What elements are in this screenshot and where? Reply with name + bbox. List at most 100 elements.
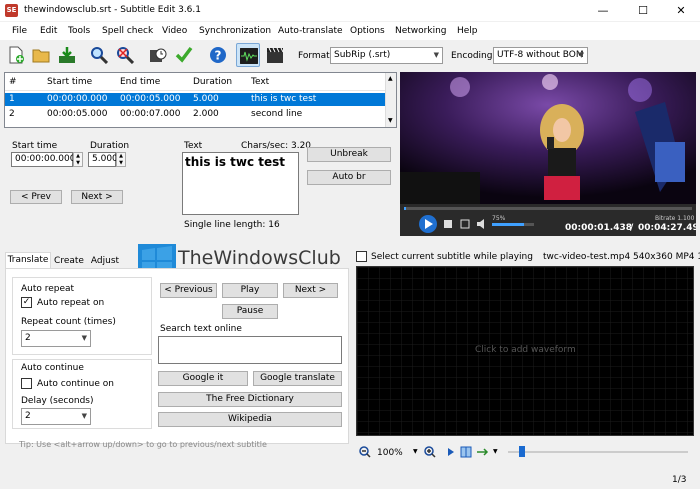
delay-dropdown[interactable]: 2 ▼ bbox=[21, 408, 91, 425]
menu-video[interactable]: Video bbox=[162, 26, 187, 36]
menu-options[interactable]: Options bbox=[350, 26, 385, 36]
zoom-out-icon[interactable] bbox=[359, 446, 371, 458]
new-file-button[interactable] bbox=[4, 43, 28, 67]
subtitle-text-area[interactable]: this is twc test bbox=[182, 152, 299, 215]
column-header-text[interactable]: Text bbox=[251, 76, 269, 89]
play-waveform-icon[interactable] bbox=[447, 447, 455, 457]
chevron-down-icon: ▼ bbox=[433, 51, 439, 59]
google-it-button[interactable]: Google it bbox=[158, 371, 248, 386]
volume-slider[interactable] bbox=[492, 223, 534, 226]
play-icon[interactable] bbox=[418, 214, 438, 234]
menu-synchronization[interactable]: Synchronization bbox=[199, 26, 271, 36]
open-file-button[interactable] bbox=[29, 43, 53, 67]
spell-check-button[interactable] bbox=[172, 43, 196, 67]
search-online-input[interactable] bbox=[158, 336, 342, 364]
menu-help[interactable]: Help bbox=[457, 26, 478, 36]
column-header-start-time[interactable]: Start time bbox=[47, 76, 92, 89]
search-icon bbox=[91, 47, 108, 64]
table-row[interactable]: 2 00:00:05.000 00:00:07.000 2.000 second… bbox=[5, 108, 387, 121]
video-position-slider[interactable] bbox=[404, 207, 692, 210]
mute-icon[interactable] bbox=[476, 219, 488, 229]
select-current-subtitle-checkbox[interactable] bbox=[356, 251, 367, 262]
zoom-in-icon[interactable] bbox=[424, 446, 436, 458]
search-replace-icon bbox=[117, 47, 134, 64]
replace-button[interactable] bbox=[113, 43, 137, 67]
start-time-spinner[interactable]: ▲ ▼ bbox=[73, 152, 83, 167]
start-time-label: Start time bbox=[12, 141, 58, 151]
next-subtitle-button[interactable]: Next > bbox=[283, 283, 338, 298]
toggle-video-button[interactable] bbox=[263, 43, 287, 67]
auto-repeat-checkbox[interactable]: ✓ bbox=[21, 297, 32, 308]
player-controls: 75% Bitrate 1.100 00:00:01.438 / 00:04:2… bbox=[400, 204, 696, 236]
free-dictionary-button[interactable]: The Free Dictionary bbox=[158, 392, 342, 407]
stop-icon[interactable] bbox=[444, 220, 453, 229]
format-dropdown[interactable]: SubRip (.srt) ▼ bbox=[330, 47, 443, 64]
logo-text: TheWindowsClub bbox=[178, 247, 341, 269]
subtitle-position: 1/3 bbox=[672, 475, 687, 485]
minimize-button[interactable]: — bbox=[584, 0, 622, 22]
video-clapper-icon bbox=[267, 47, 284, 63]
subtitle-grid[interactable]: # Start time End time Duration Text 1 00… bbox=[4, 72, 397, 128]
menu-auto-translate[interactable]: Auto-translate bbox=[278, 26, 343, 36]
previous-button[interactable]: < Previous bbox=[160, 283, 217, 298]
auto-continue-checkbox[interactable] bbox=[21, 378, 32, 389]
row-text: this is twc test bbox=[251, 94, 317, 104]
download-save-icon bbox=[59, 47, 75, 63]
menu-networking[interactable]: Networking bbox=[395, 26, 447, 36]
next-button[interactable]: Next > bbox=[71, 190, 123, 204]
start-time-input[interactable]: 00:00:00.000 bbox=[11, 152, 75, 167]
menu-file[interactable]: File bbox=[12, 26, 27, 36]
select-current-subtitle-label: Select current subtitle while playing bbox=[371, 252, 533, 262]
table-row-partial[interactable] bbox=[5, 122, 387, 127]
wikipedia-button[interactable]: Wikipedia bbox=[158, 412, 342, 427]
save-file-button[interactable] bbox=[55, 43, 79, 67]
folder-icon bbox=[32, 49, 50, 63]
scroll-up-icon[interactable]: ▲ bbox=[388, 75, 393, 82]
repeat-count-dropdown[interactable]: 2 ▼ bbox=[21, 330, 91, 347]
pause-button[interactable]: Pause bbox=[222, 304, 278, 319]
table-row[interactable]: 1 00:00:00.000 00:00:05.000 5.000 this i… bbox=[5, 93, 387, 106]
row-end-time: 00:00:05.000 bbox=[120, 94, 181, 104]
tab-translate[interactable]: Translate bbox=[5, 252, 51, 268]
text-label: Text bbox=[184, 141, 203, 151]
google-translate-button[interactable]: Google translate bbox=[253, 371, 342, 386]
find-button[interactable] bbox=[87, 43, 111, 67]
menu-spell-check[interactable]: Spell check bbox=[102, 26, 153, 36]
video-player[interactable]: 75% Bitrate 1.100 00:00:01.438 / 00:04:2… bbox=[400, 72, 696, 236]
unbreak-button[interactable]: Unbreak bbox=[307, 147, 391, 162]
waveform-zoom-slider[interactable] bbox=[508, 451, 688, 453]
prev-button[interactable]: < Prev bbox=[10, 190, 62, 204]
visual-sync-button[interactable] bbox=[146, 43, 170, 67]
fullscreen-icon[interactable] bbox=[460, 219, 470, 229]
maximize-button[interactable]: ☐ bbox=[624, 0, 662, 22]
duration-spinner[interactable]: ▲ ▼ bbox=[116, 152, 126, 167]
chevron-down-icon[interactable]: ▼ bbox=[413, 448, 418, 455]
duration-input[interactable]: 5.000 bbox=[88, 152, 118, 167]
help-icon: ? bbox=[210, 47, 226, 63]
column-header-number[interactable]: # bbox=[9, 76, 17, 89]
toggle-waveform-button[interactable] bbox=[236, 43, 260, 67]
menu-edit[interactable]: Edit bbox=[40, 26, 57, 36]
help-button[interactable]: ? bbox=[206, 43, 230, 67]
split-icon[interactable] bbox=[460, 446, 472, 458]
slider-thumb[interactable] bbox=[519, 446, 525, 457]
new-file-icon bbox=[9, 46, 24, 64]
chevron-down-icon[interactable]: ▼ bbox=[493, 448, 498, 455]
status-bar: 1/3 bbox=[0, 470, 700, 489]
play-button[interactable]: Play bbox=[222, 283, 278, 298]
auto-br-button[interactable]: Auto br bbox=[307, 170, 391, 185]
waveform-area[interactable]: Click to add waveform bbox=[356, 266, 694, 436]
move-arrows-icon[interactable] bbox=[476, 447, 492, 457]
column-header-end-time[interactable]: End time bbox=[120, 76, 160, 89]
zoom-level[interactable]: 100% bbox=[377, 448, 403, 458]
auto-repeat-title: Auto repeat bbox=[21, 284, 75, 294]
column-header-duration[interactable]: Duration bbox=[193, 76, 232, 89]
video-info: twc-video-test.mp4 540x360 MP4 16.0 bbox=[543, 252, 700, 262]
close-button[interactable]: ✕ bbox=[662, 0, 700, 22]
scroll-down-icon[interactable]: ▼ bbox=[388, 117, 393, 124]
format-value: SubRip (.srt) bbox=[334, 50, 391, 60]
encoding-dropdown[interactable]: UTF-8 without BOM ▼ bbox=[493, 47, 588, 64]
menu-tools[interactable]: Tools bbox=[68, 26, 90, 36]
search-online-label: Search text online bbox=[160, 324, 242, 334]
grid-scrollbar[interactable]: ▲ ▼ bbox=[385, 73, 396, 127]
